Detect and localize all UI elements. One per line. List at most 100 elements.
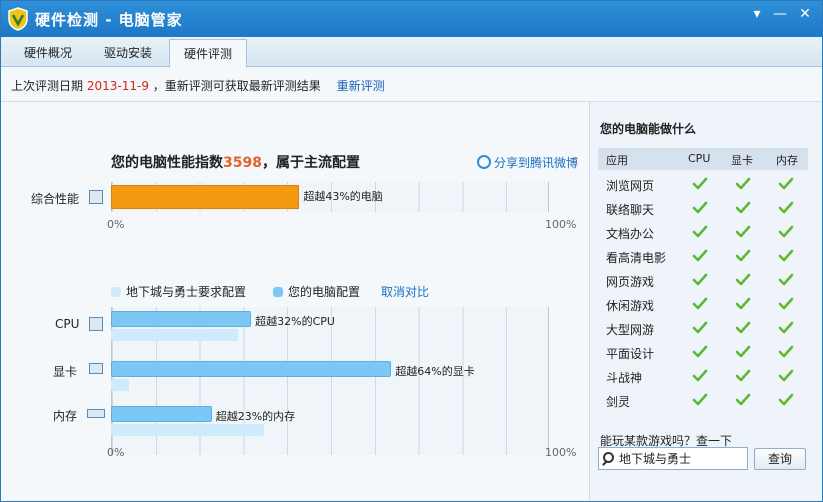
check-icon — [735, 176, 751, 192]
capability-name: 大型网游 — [606, 323, 655, 337]
cpu-bar — [111, 311, 252, 327]
tab-hardware-benchmark[interactable]: 硬件评测 — [169, 39, 247, 68]
check-icon — [778, 248, 794, 264]
check-icon — [735, 344, 751, 360]
capability-panel: 您的电脑能做什么 应用 CPU 显卡 内存 浏览网页联络聊天文档办公看高清电影网… — [589, 102, 822, 501]
capability-name: 剑灵 — [606, 395, 631, 409]
check-icon — [692, 320, 708, 336]
cpu-required-bar — [111, 329, 239, 341]
capability-row: 大型网游 — [598, 316, 808, 340]
check-icon — [692, 344, 708, 360]
retest-link[interactable]: 重新评测 — [337, 79, 385, 93]
cpu-label: CPU — [55, 317, 80, 331]
check-icon — [778, 344, 794, 360]
capability-name: 浏览网页 — [606, 179, 655, 193]
check-icon — [778, 272, 794, 288]
check-icon — [735, 392, 751, 408]
check-icon — [692, 368, 708, 384]
memory-text: 超越23%的内存 — [215, 410, 296, 423]
check-icon — [692, 224, 708, 240]
gpu-icon — [89, 363, 103, 374]
check-icon — [735, 248, 751, 264]
check-icon — [692, 200, 708, 216]
last-test-date: 2013-11-9 — [86, 79, 149, 93]
check-icon — [735, 200, 751, 216]
capability-row: 网页游戏 — [598, 268, 808, 292]
check-icon — [778, 224, 794, 240]
cpu-text: 超越32%的CPU — [255, 315, 335, 328]
memory-label: 内存 — [53, 409, 78, 423]
benchmark-panel: 您的电脑性能指数3598，属于主流配置 分享到腾讯微博 综合性能 超越43%的电… — [1, 102, 589, 501]
legend-yours-label: 您的电脑配置 — [288, 285, 361, 299]
header-app: 应用 — [606, 154, 628, 167]
capability-name: 文档办公 — [606, 227, 655, 241]
gpu-label: 显卡 — [53, 365, 78, 379]
check-icon — [692, 296, 708, 312]
overall-doc-icon — [89, 190, 103, 204]
legend-required-label: 地下城与勇士要求配置 — [126, 285, 247, 299]
overall-text: 超越43%的电脑 — [303, 190, 383, 203]
share-label: 分享到腾讯微博 — [494, 156, 579, 170]
check-icon — [735, 368, 751, 384]
gpu-bar — [111, 361, 392, 377]
query-button[interactable]: 查询 — [754, 448, 806, 470]
capability-row: 看高清电影 — [598, 244, 808, 268]
perf-title-suffix: ，属于主流配置 — [261, 155, 360, 171]
overall-bar — [111, 185, 300, 209]
check-icon — [778, 200, 794, 216]
capability-name: 看高清电影 — [606, 251, 667, 265]
window-title: 硬件检测 - 电脑管家 — [35, 11, 183, 29]
capability-row: 文档办公 — [598, 220, 808, 244]
capability-row: 斗战神 — [598, 364, 808, 388]
app-window: 硬件检测 - 电脑管家 ▾ — ✕ 硬件概况 驱动安装 硬件评测 上次评测日期 … — [0, 0, 823, 502]
capability-row: 平面设计 — [598, 340, 808, 364]
capability-row: 浏览网页 — [598, 172, 808, 196]
game-search-input[interactable] — [619, 450, 744, 467]
capability-header: 应用 CPU 显卡 内存 — [598, 148, 808, 170]
axis-min-label: 0% — [107, 218, 125, 231]
tab-hardware-overview[interactable]: 硬件概况 — [9, 39, 87, 67]
share-weibo-link[interactable]: 分享到腾讯微博 — [477, 154, 578, 171]
check-icon — [778, 296, 794, 312]
game-search-box[interactable] — [598, 447, 748, 470]
check-icon — [735, 272, 751, 288]
gpu-text: 超越64%的显卡 — [395, 365, 475, 378]
check-icon — [778, 320, 794, 336]
perf-score: 3598 — [223, 155, 262, 171]
minimize-button[interactable]: — — [766, 3, 794, 25]
legend-required-swatch — [111, 287, 121, 297]
capability-name: 联络聊天 — [606, 203, 655, 217]
capability-name: 平面设计 — [606, 347, 655, 361]
capability-row: 联络聊天 — [598, 196, 808, 220]
tab-driver-install[interactable]: 驱动安装 — [89, 39, 167, 67]
capability-title: 您的电脑能做什么 — [600, 122, 697, 136]
check-icon — [778, 392, 794, 408]
header-gpu: 显卡 — [731, 154, 753, 167]
capability-name: 休闲游戏 — [606, 299, 655, 313]
axis2-min-label: 0% — [107, 446, 125, 459]
title-bar[interactable]: 硬件检测 - 电脑管家 ▾ — ✕ — [1, 1, 822, 37]
memory-icon — [87, 409, 105, 418]
tab-bar: 硬件概况 驱动安装 硬件评测 — [1, 37, 822, 68]
legend-yours-swatch — [273, 287, 283, 297]
capability-name: 斗战神 — [606, 371, 643, 385]
axis-max-label: 100% — [545, 218, 577, 231]
perf-title-prefix: 您的电脑性能指数 — [111, 155, 223, 171]
memory-bar — [111, 406, 212, 422]
check-icon — [692, 248, 708, 264]
check-icon — [735, 320, 751, 336]
axis2-max-label: 100% — [545, 446, 577, 459]
overall-label: 综合性能 — [31, 192, 80, 206]
check-icon — [692, 272, 708, 288]
legend-yours: 您的电脑配置 — [273, 283, 360, 300]
close-button[interactable]: ✕ — [791, 3, 819, 25]
info-prefix: 上次评测日期 — [11, 79, 84, 93]
cpu-icon — [89, 317, 103, 331]
memory-required-bar — [111, 424, 265, 436]
capability-row: 休闲游戏 — [598, 292, 808, 316]
last-test-info: 上次评测日期 2013-11-9 ，重新评测可获取最新评测结果 重新评测 — [11, 77, 385, 94]
header-memory: 内存 — [776, 154, 798, 167]
header-cpu: CPU — [688, 152, 711, 165]
legend-required: 地下城与勇士要求配置 — [111, 283, 246, 300]
cancel-compare-link[interactable]: 取消对比 — [381, 283, 429, 300]
